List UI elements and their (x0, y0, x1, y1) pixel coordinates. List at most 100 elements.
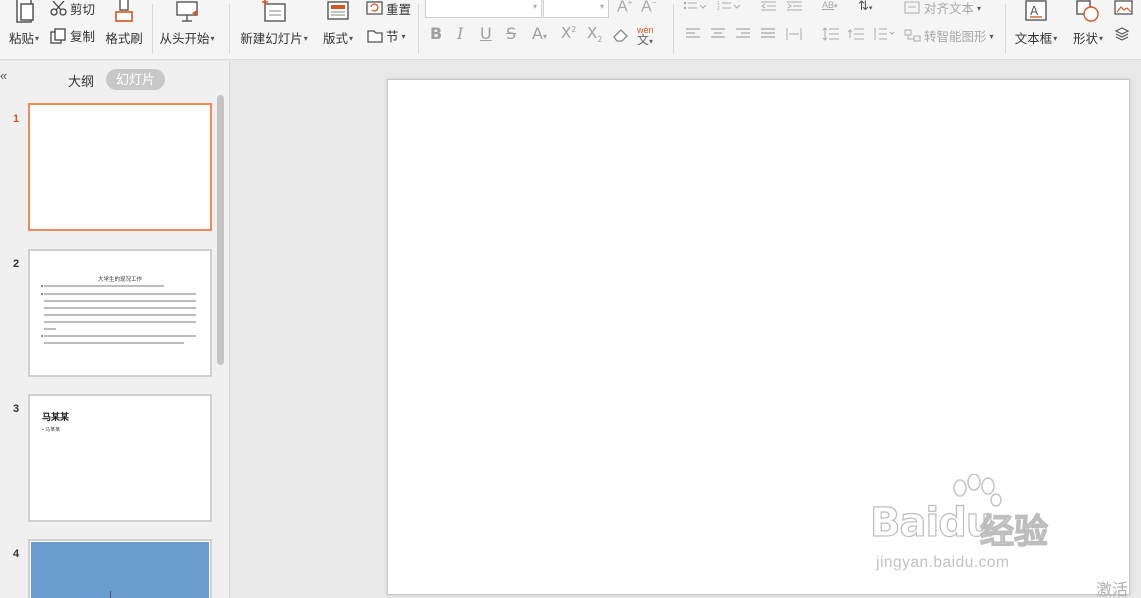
chevron-down-icon: ▾ (349, 34, 354, 43)
from-start-label: 从头开始 (159, 32, 210, 46)
ribbon-toolbar: 粘贴 ▾ 剪切 复制 格式刷 从头开始 ▾ 新建幻灯片 ▾ 版式 ▾ 重置 节 … (0, 0, 1141, 60)
chevron-down-icon: ▾ (1053, 34, 1058, 43)
align-text-label: 对齐文本 (924, 2, 975, 16)
ribbon-separator (1005, 4, 1006, 54)
eraser-icon[interactable] (612, 27, 630, 43)
slide-number: 4 (13, 548, 20, 560)
chevron-down-icon: ▾ (989, 32, 994, 41)
align-left-icon[interactable] (685, 27, 701, 41)
subscript-icon[interactable]: X2 (587, 24, 602, 44)
paste-icon (16, 0, 34, 23)
arrange-icon[interactable] (1114, 26, 1132, 42)
text-line (44, 300, 196, 302)
tab-slides[interactable]: 幻灯片 (106, 69, 166, 90)
paste-label: 粘贴 (8, 32, 34, 46)
font-name-select[interactable]: ▾ (425, 0, 542, 18)
shrink-font-icon[interactable]: A− (641, 0, 656, 16)
chevron-down-icon: ▾ (1099, 34, 1104, 43)
slides-panel: « 大纲 幻灯片 1 2 大学生的现况工作 3 马某某 • 马某某 4 (0, 61, 230, 598)
new-slide-button[interactable]: 新建幻灯片 ▾ (238, 0, 310, 47)
align-center-icon[interactable] (710, 27, 726, 41)
text-direction-glyph: AB (822, 0, 835, 10)
decrease-indent-icon[interactable] (760, 0, 778, 14)
slide-thumbnail-1[interactable] (28, 103, 212, 231)
picture-icon[interactable] (1114, 0, 1134, 16)
new-slide-label: 新建幻灯片 (240, 32, 303, 46)
textbox-label: 文本框 (1014, 32, 1053, 46)
paste-button[interactable]: 粘贴 ▾ (6, 0, 42, 47)
font-size-select[interactable]: ▾ (543, 0, 609, 18)
chevron-down-icon: ▾ (599, 2, 604, 11)
format-painter-label: 格式刷 (105, 32, 143, 46)
smart-art-label: 转智能图形 (924, 30, 987, 44)
text-line (44, 335, 196, 337)
bullet-list-icon[interactable] (683, 0, 707, 14)
strikethrough-icon[interactable]: S (506, 24, 516, 43)
insertion-cursor (110, 591, 111, 598)
column-spacing-icon[interactable] (872, 27, 896, 41)
slide-number: 1 (13, 113, 20, 125)
slide-thumbnail-3[interactable]: 马某某 • 马某某 (28, 394, 212, 522)
align-right-icon[interactable] (735, 27, 751, 41)
increase-indent-icon[interactable] (786, 0, 804, 14)
slide-3-title: 马某某 (42, 412, 70, 422)
panel-scrollbar[interactable] (217, 95, 224, 365)
align-text-icon (904, 1, 920, 13)
from-start-button[interactable]: 从头开始 ▾ (159, 0, 215, 47)
numbered-list-icon[interactable]: 1 2 (717, 0, 741, 14)
layout-label: 版式 (322, 32, 348, 46)
presentation-screen-icon (176, 1, 198, 22)
smart-art-icon (904, 29, 921, 41)
chevron-down-icon: ▾ (401, 32, 406, 41)
paragraph-spacing-icon[interactable] (847, 27, 865, 41)
ribbon-separator (418, 4, 419, 54)
text-direction-icon[interactable]: AB▾ (822, 0, 838, 10)
svg-text:2: 2 (717, 6, 720, 12)
textbox-icon: A (1025, 0, 1047, 21)
svg-text:A: A (1030, 4, 1039, 18)
ribbon-separator (673, 4, 674, 54)
shape-button[interactable]: 形状 ▾ (1068, 0, 1108, 47)
text-line (44, 314, 196, 316)
text-line (44, 307, 196, 309)
copy-icon (50, 27, 66, 44)
brush-icon (115, 0, 133, 22)
section-icon (367, 29, 383, 43)
copy-button[interactable]: 复制 (50, 26, 95, 45)
reset-button[interactable]: 重置 (366, 0, 411, 18)
bold-icon[interactable]: B (430, 24, 442, 43)
grow-font-icon[interactable]: A+ (617, 0, 632, 16)
justify-icon[interactable] (760, 27, 776, 41)
slide-3-subtitle: • 马某某 (42, 427, 61, 433)
text-line (44, 328, 56, 330)
underline-icon[interactable]: U (480, 24, 492, 43)
italic-icon[interactable]: I (457, 24, 463, 43)
distribute-icon[interactable] (786, 27, 802, 41)
line-spacing-icon[interactable] (822, 27, 840, 41)
activate-text: 激活 (1096, 582, 1129, 598)
tab-outline[interactable]: 大纲 (68, 71, 94, 90)
superscript-icon[interactable]: X2 (561, 24, 576, 42)
ribbon-separator (152, 4, 153, 54)
slide-number: 3 (13, 403, 20, 415)
font-color-icon[interactable]: A▾ (532, 24, 547, 43)
new-slide-icon (262, 0, 286, 22)
smart-art-button[interactable]: 转智能图形 ▾ (904, 26, 994, 45)
scissors-icon (50, 0, 67, 16)
cut-label: 剪切 (70, 3, 96, 17)
text-line (44, 342, 184, 344)
textbox-button[interactable]: A 文本框 ▾ (1012, 0, 1060, 47)
cut-button[interactable]: 剪切 (50, 0, 95, 18)
section-button[interactable]: 节 ▾ (366, 26, 406, 45)
slide-thumbnail-4[interactable] (28, 539, 212, 598)
sort-direction-icon[interactable]: ⇅▾ (858, 0, 872, 14)
pinyin-icon[interactable]: wén 文▾ (637, 25, 654, 47)
slide-thumbnail-2[interactable]: 大学生的现况工作 (28, 249, 212, 377)
align-text-button[interactable]: 对齐文本 ▾ (904, 0, 981, 17)
current-slide[interactable] (387, 79, 1130, 595)
layout-button[interactable]: 版式 ▾ (320, 0, 356, 47)
collapse-panel-icon[interactable]: « (0, 68, 14, 84)
chevron-down-icon: ▾ (532, 2, 537, 11)
chevron-down-icon: ▾ (210, 34, 215, 43)
format-painter-button[interactable]: 格式刷 (104, 0, 144, 47)
